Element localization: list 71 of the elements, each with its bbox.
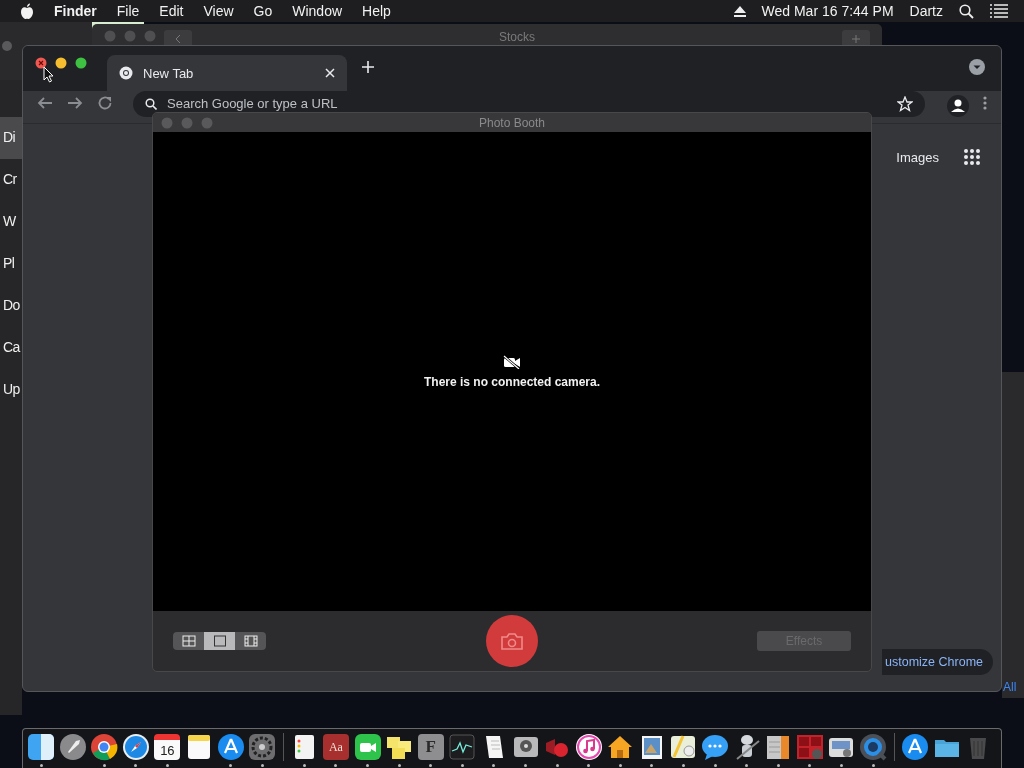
menu-item[interactable]: Edit: [159, 3, 184, 19]
store-icon[interactable]: [216, 733, 245, 761]
sidebar-item[interactable]: W: [0, 201, 22, 243]
close-icon[interactable]: [325, 68, 335, 78]
menu-item[interactable]: Window: [292, 3, 343, 19]
window-title: Stocks: [498, 30, 536, 44]
window-control-icon[interactable]: [75, 56, 87, 69]
camera-icon: [500, 632, 524, 650]
back-icon[interactable]: [37, 95, 53, 111]
link[interactable]: All: [1002, 680, 1024, 698]
font-book-icon[interactable]: F: [417, 734, 444, 760]
calendar-icon[interactable]: 16: [154, 734, 181, 760]
status-message: There is no connected camera.: [423, 374, 601, 389]
apps-grid-icon[interactable]: [963, 148, 981, 166]
sidebar-item[interactable]: Cr: [0, 159, 22, 201]
reload-icon[interactable]: [97, 95, 113, 111]
icon-label: F: [425, 737, 436, 757]
profile-icon[interactable]: [947, 95, 969, 117]
single-view-icon: [212, 635, 227, 647]
activity-graph-icon[interactable]: [448, 733, 477, 761]
more-icon[interactable]: [983, 95, 987, 111]
address-field[interactable]: Search Google or type a URL: [167, 95, 887, 111]
menu-item[interactable]: Finder: [54, 3, 97, 19]
sidebar-item[interactable]: Di: [0, 117, 22, 159]
sidebar-item[interactable]: Do: [0, 285, 22, 327]
chat-bubble-icon[interactable]: [701, 733, 730, 761]
lens-icon[interactable]: [859, 733, 888, 761]
apple-icon[interactable]: [20, 3, 34, 19]
shutter-button[interactable]: [486, 615, 538, 667]
sidebar-item[interactable]: Ca: [0, 327, 22, 369]
ring-logo-icon[interactable]: [90, 733, 119, 761]
dropdown-icon[interactable]: [969, 58, 985, 75]
browser-tab[interactable]: New Tab: [107, 55, 347, 91]
list-icon[interactable]: [990, 4, 1008, 18]
icon-label: 16: [160, 742, 175, 758]
menu-item[interactable]: View: [203, 3, 234, 19]
search-icon: [145, 98, 157, 110]
strip-view-icon: [243, 635, 258, 647]
store-icon[interactable]: [901, 733, 930, 761]
split-square-icon[interactable]: [27, 733, 55, 761]
star-icon[interactable]: [897, 96, 913, 112]
window-control-icon: [2, 41, 12, 51]
search-icon[interactable]: [959, 3, 974, 19]
music-note-icon[interactable]: [574, 733, 603, 761]
customize-button[interactable]: ustomize Chrome: [882, 649, 993, 675]
forward-icon[interactable]: [67, 95, 83, 111]
sidebar-item[interactable]: Pl: [0, 243, 22, 285]
map-icon[interactable]: [669, 733, 698, 761]
eject-icon[interactable]: [733, 5, 746, 17]
icon-label: Aa: [328, 739, 343, 755]
grid-view-icon: [181, 635, 196, 647]
clock[interactable]: Wed Mar 16 7:44 PM: [761, 3, 894, 19]
new-tab-icon[interactable]: [361, 59, 375, 74]
link[interactable]: Images: [896, 149, 939, 165]
ring-logo-icon: [119, 66, 133, 80]
menu-item[interactable]: Go: [253, 3, 273, 19]
view-mode-button[interactable]: [204, 632, 235, 650]
window-control-icon[interactable]: [55, 56, 67, 69]
window-title: Photo Booth: [477, 115, 547, 130]
menu-item[interactable]: File: [116, 3, 140, 19]
compass-icon[interactable]: [121, 733, 150, 761]
menu-item[interactable]: Help: [362, 3, 391, 19]
view-mode-control[interactable]: [173, 632, 266, 650]
camera-off-icon: [503, 354, 521, 369]
video-call-icon[interactable]: [353, 733, 382, 761]
user-name[interactable]: Dartz: [909, 3, 943, 19]
gear-icon[interactable]: [248, 733, 277, 761]
sidebar-item[interactable]: Up: [0, 369, 22, 411]
cursor-icon: [43, 66, 54, 83]
close-button-icon[interactable]: [35, 56, 47, 69]
book-icon[interactable]: Aa: [322, 734, 349, 760]
